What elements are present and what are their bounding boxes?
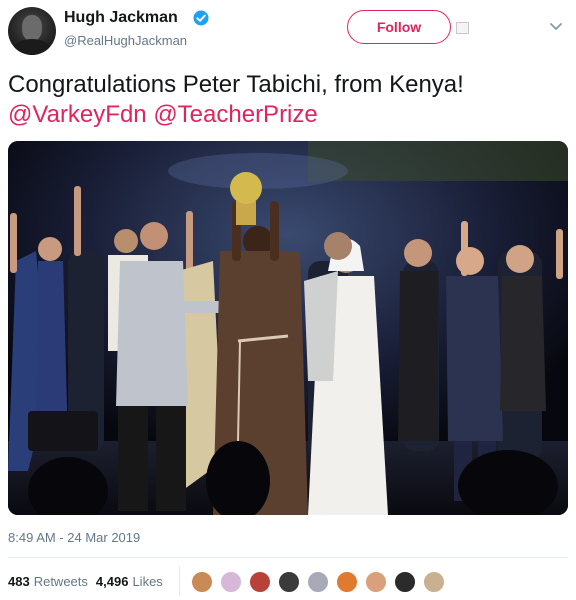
liker-avatar[interactable] (394, 571, 416, 593)
user-avatar[interactable] (8, 7, 56, 55)
follow-badge-icon (456, 22, 469, 34)
tweet-text-line: Congratulations Peter Tabichi, from Keny… (8, 71, 464, 98)
tweet-text: Congratulations Peter Tabichi, from Keny… (8, 70, 568, 130)
tweet-header: Hugh Jackman @RealHughJackman Follow (0, 0, 576, 62)
likes-label[interactable]: Likes (132, 574, 162, 589)
engagement-stats: 483 Retweets 4,496 Likes (8, 574, 163, 589)
liker-avatar[interactable] (423, 571, 445, 593)
avatar-face (22, 15, 42, 41)
verified-badge-icon (193, 10, 209, 26)
stage-photo (8, 141, 568, 515)
mention-link-teacherprize[interactable]: @TeacherPrize (153, 101, 317, 128)
chevron-down-icon[interactable] (549, 22, 563, 32)
display-name[interactable]: Hugh Jackman (64, 9, 178, 27)
follow-button[interactable]: Follow (347, 10, 451, 44)
liker-avatar[interactable] (220, 571, 242, 593)
avatar-shoulders (12, 39, 52, 55)
retweets-label[interactable]: Retweets (34, 574, 88, 589)
tweet-mentions: @VarkeyFdn @TeacherPrize (8, 100, 568, 130)
liker-avatar[interactable] (307, 571, 329, 593)
user-handle[interactable]: @RealHughJackman (64, 33, 187, 48)
tweet-photo[interactable] (8, 141, 568, 515)
likes-count[interactable]: 4,496 (96, 574, 129, 589)
liker-avatar[interactable] (191, 571, 213, 593)
tweet-timestamp[interactable]: 8:49 AM - 24 Mar 2019 (8, 530, 140, 545)
mention-link-varkeyfdn[interactable]: @VarkeyFdn (8, 101, 147, 128)
liker-avatar[interactable] (278, 571, 300, 593)
liker-avatars (191, 571, 452, 593)
divider-top (8, 557, 568, 558)
liker-avatar[interactable] (249, 571, 271, 593)
liker-avatar[interactable] (365, 571, 387, 593)
liker-avatar[interactable] (336, 571, 358, 593)
stats-separator (179, 566, 180, 596)
retweets-count[interactable]: 483 (8, 574, 30, 589)
